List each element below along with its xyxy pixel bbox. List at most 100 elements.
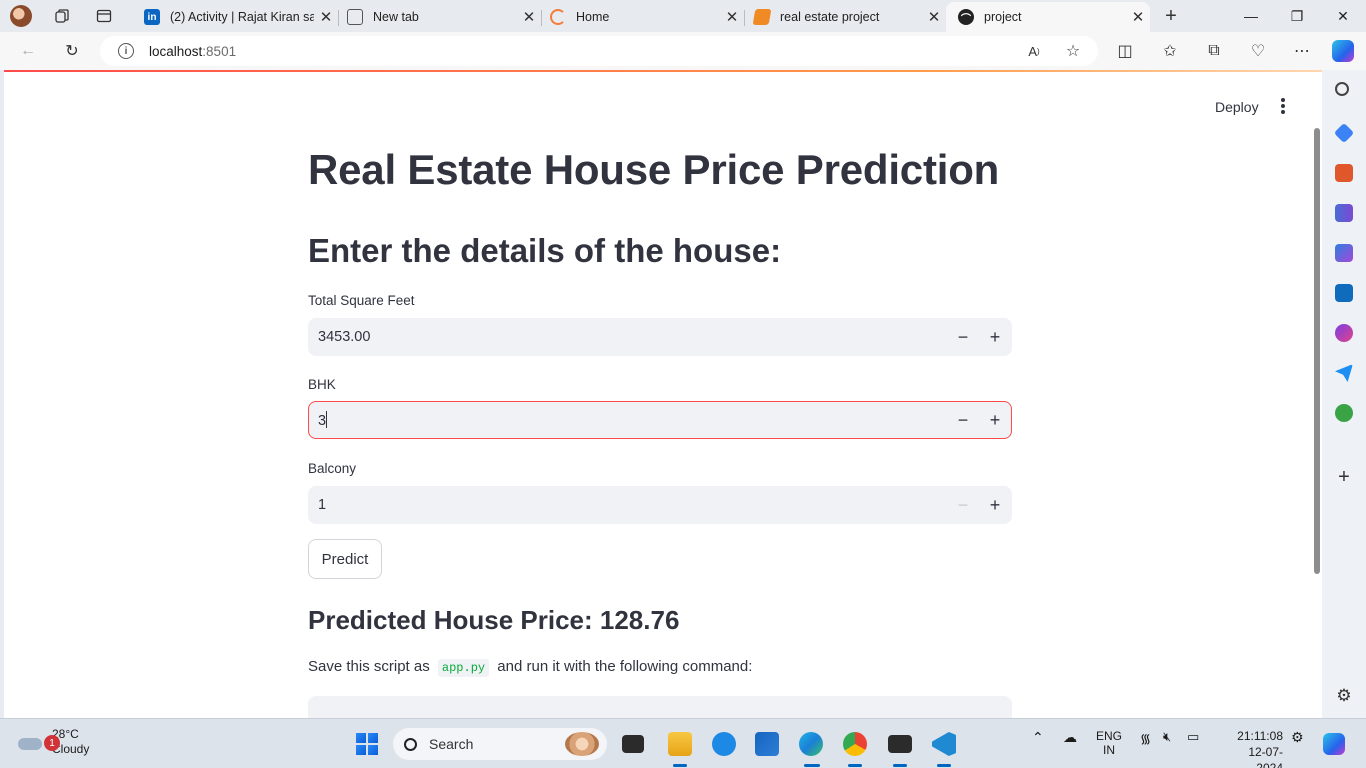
deploy-button[interactable]: Deploy bbox=[1215, 99, 1259, 115]
shopping-tag-icon[interactable] bbox=[1333, 122, 1355, 144]
tab-title: Home bbox=[576, 10, 610, 24]
total-sqft-value[interactable]: 3453.00 bbox=[318, 329, 947, 345]
bhk-value-wrap[interactable]: 3 bbox=[318, 411, 947, 429]
bhk-label: BHK bbox=[308, 377, 336, 392]
microsoft-store-icon[interactable] bbox=[755, 732, 779, 756]
text-cursor bbox=[326, 411, 328, 428]
designer-icon[interactable] bbox=[1335, 324, 1353, 342]
running-indicator bbox=[673, 764, 687, 767]
close-icon[interactable]: ✕ bbox=[1126, 8, 1150, 26]
address-bar[interactable]: i localhost:8501 bbox=[100, 36, 1098, 66]
increment-plus-icon[interactable]: + bbox=[979, 319, 1011, 355]
language-code: ENG bbox=[1096, 729, 1123, 743]
language-indicator[interactable]: ENG IN bbox=[1096, 729, 1122, 757]
search-highlight-shell-icon bbox=[565, 732, 599, 756]
increment-plus-icon[interactable]: + bbox=[979, 487, 1011, 523]
code-block bbox=[308, 696, 1012, 718]
url-text: localhost:8501 bbox=[149, 43, 237, 59]
predicted-price-heading: Predicted House Price: 128.76 bbox=[308, 605, 680, 635]
edge-browser-icon[interactable] bbox=[799, 732, 823, 756]
start-windows-icon[interactable] bbox=[356, 733, 378, 755]
get-help-icon[interactable] bbox=[712, 732, 736, 756]
sidebar-search-icon[interactable] bbox=[1335, 82, 1349, 96]
tab-home[interactable]: Home ✕ bbox=[538, 2, 745, 32]
new-tab-plus-icon[interactable]: + bbox=[1162, 5, 1180, 27]
newtab-icon bbox=[347, 9, 363, 25]
notification-badge: 1 bbox=[44, 735, 60, 751]
running-indicator bbox=[804, 764, 820, 767]
read-aloud-icon[interactable]: A) bbox=[1022, 40, 1046, 62]
running-indicator bbox=[893, 764, 907, 767]
browser-essentials-icon[interactable]: ♡ bbox=[1246, 40, 1270, 62]
onedrive-cloud-icon[interactable]: ☁ bbox=[1063, 729, 1077, 746]
workspaces-icon[interactable] bbox=[53, 7, 71, 25]
main-menu-kebab-icon[interactable] bbox=[1280, 98, 1286, 114]
windows-taskbar: 1 28°C Cloudy Search ⌃ ☁ ENG IN ᯾ 🔇︎ ▭ 2… bbox=[0, 718, 1366, 768]
collections-icon[interactable]: ⧉ bbox=[1202, 40, 1226, 62]
tab-title: (2) Activity | Rajat Kiran sa bbox=[170, 10, 314, 24]
add-sidebar-app-icon[interactable]: + bbox=[1335, 466, 1353, 488]
predict-button[interactable]: Predict bbox=[308, 539, 382, 579]
total-sqft-input[interactable]: 3453.00 − + bbox=[308, 318, 1012, 356]
close-icon[interactable]: ✕ bbox=[922, 8, 946, 26]
tab-project[interactable]: ⌒ project ✕ bbox=[946, 2, 1150, 32]
tree-icon[interactable] bbox=[1335, 404, 1353, 422]
close-window-button[interactable]: ✕ bbox=[1320, 0, 1366, 32]
focus-gear-icon[interactable]: ⚙ bbox=[1291, 729, 1304, 746]
loading-icon bbox=[550, 9, 566, 25]
instruction-text: Save this script as app.py and run it wi… bbox=[308, 658, 752, 677]
minimize-button[interactable]: — bbox=[1228, 0, 1274, 32]
site-info-icon[interactable]: i bbox=[118, 43, 134, 59]
battery-icon[interactable]: ▭ bbox=[1187, 729, 1199, 745]
page-scrollbar[interactable] bbox=[1314, 128, 1320, 574]
speaker-muted-icon[interactable]: 🔇︎ bbox=[1163, 729, 1171, 745]
microsoft-365-icon[interactable] bbox=[1335, 244, 1353, 262]
refresh-icon[interactable]: ↻ bbox=[60, 40, 84, 62]
weather-widget[interactable]: 1 28°C Cloudy bbox=[14, 727, 89, 757]
copilot-taskbar-icon[interactable] bbox=[1323, 733, 1345, 755]
tab-title: real estate project bbox=[780, 10, 880, 24]
split-screen-icon[interactable]: ◫ bbox=[1113, 40, 1137, 62]
tab-real-estate-project[interactable]: real estate project ✕ bbox=[742, 2, 946, 32]
file-explorer-icon[interactable] bbox=[668, 732, 692, 756]
browser-toolbar: ← ↻ i localhost:8501 A) ☆ ◫ ✩ ⧉ ♡ ⋯ bbox=[0, 32, 1366, 70]
terminal-icon[interactable] bbox=[888, 735, 912, 753]
outlook-icon[interactable] bbox=[1335, 284, 1353, 302]
search-icon bbox=[404, 737, 417, 751]
show-hidden-icons-chevron-icon[interactable]: ⌃ bbox=[1032, 729, 1044, 746]
wifi-icon[interactable]: ᯾ bbox=[1140, 729, 1151, 747]
decrement-minus-icon[interactable]: − bbox=[947, 319, 979, 355]
taskbar-search[interactable]: Search bbox=[393, 728, 607, 760]
close-icon[interactable]: ✕ bbox=[720, 8, 744, 26]
total-sqft-label: Total Square Feet bbox=[308, 293, 415, 308]
task-view-icon[interactable] bbox=[622, 735, 644, 753]
tools-icon[interactable] bbox=[1335, 164, 1353, 182]
vertical-tabs-icon[interactable] bbox=[95, 7, 113, 25]
system-clock[interactable]: 21:11:08 12-07-2024 bbox=[1225, 728, 1283, 768]
increment-plus-icon[interactable]: + bbox=[979, 402, 1011, 438]
balcony-input[interactable]: 1 − + bbox=[308, 486, 1012, 524]
bhk-input[interactable]: 3 − + bbox=[308, 401, 1012, 439]
balcony-value[interactable]: 1 bbox=[318, 497, 947, 513]
decrement-minus-icon[interactable]: − bbox=[947, 402, 979, 438]
copilot-icon[interactable] bbox=[1332, 40, 1354, 62]
running-indicator bbox=[848, 764, 862, 767]
page-viewport: Deploy Real Estate House Price Predictio… bbox=[4, 72, 1322, 718]
note-text-before: Save this script as bbox=[308, 658, 430, 675]
tab-new-tab[interactable]: New tab ✕ bbox=[335, 2, 542, 32]
games-icon[interactable] bbox=[1335, 204, 1353, 222]
bhk-value: 3 bbox=[318, 413, 327, 429]
tab-linkedin[interactable]: in (2) Activity | Rajat Kiran sa ✕ bbox=[132, 2, 339, 32]
vscode-icon[interactable] bbox=[932, 732, 956, 756]
restore-button[interactable]: ❐ bbox=[1274, 0, 1320, 32]
favorites-icon[interactable]: ✩ bbox=[1158, 40, 1182, 62]
sidebar-settings-gear-icon[interactable]: ⚙ bbox=[1335, 686, 1353, 705]
profile-avatar[interactable] bbox=[10, 5, 32, 27]
tab-title: project bbox=[984, 10, 1022, 24]
chrome-icon[interactable] bbox=[843, 732, 867, 756]
more-options-icon[interactable]: ⋯ bbox=[1290, 40, 1314, 62]
send-icon[interactable] bbox=[1335, 364, 1353, 382]
back-arrow-icon[interactable]: ← bbox=[16, 40, 40, 62]
balcony-label: Balcony bbox=[308, 461, 357, 476]
favorite-star-icon[interactable]: ☆ bbox=[1061, 40, 1085, 62]
